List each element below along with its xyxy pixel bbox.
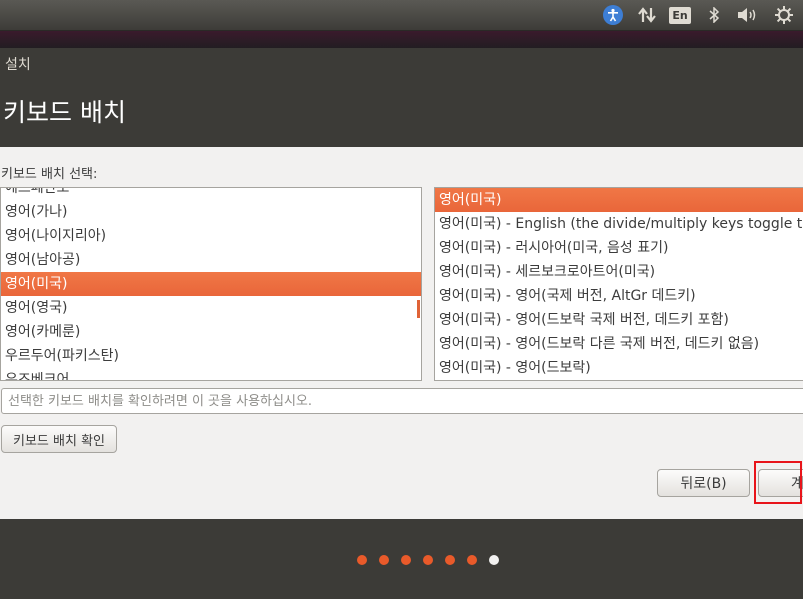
keyboard-layout-list[interactable]: 에스페란토 영어(가나) 영어(나이지리아) 영어(남아공) 영어(미국) 영어… (0, 187, 422, 381)
bluetooth-icon[interactable] (703, 4, 725, 26)
content-area: 키보드 배치 선택: 에스페란토 영어(가나) 영어(나이지리아) 영어(남아공… (0, 147, 803, 519)
keyboard-variant-list[interactable]: 영어(미국) 영어(미국) - English (the divide/mult… (434, 187, 803, 381)
variant-list-item[interactable]: 영어(미국) - 세르보크로아트어(미국) (435, 260, 803, 284)
progress-dot (423, 555, 433, 565)
top-panel: En (0, 0, 803, 31)
progress-dot (467, 555, 477, 565)
variant-list-item[interactable]: 영어(미국) - English (the divide/multiply ke… (435, 212, 803, 236)
keyboard-indicator[interactable]: En (669, 4, 691, 26)
layout-list-item[interactable]: 에스페란토 (1, 188, 421, 200)
progress-dot (401, 555, 411, 565)
progress-dot (379, 555, 389, 565)
installer-header: 설치 키보드 배치 (0, 48, 803, 147)
page-title: 키보드 배치 (3, 98, 126, 127)
back-button[interactable]: 뒤로(B) (657, 469, 750, 497)
layout-list-item[interactable]: 영어(카메룬) (1, 320, 421, 344)
layout-list-item[interactable]: 영어(가나) (1, 200, 421, 224)
gear-icon[interactable] (772, 4, 796, 26)
layout-list-item[interactable]: 영어(나이지리아) (1, 224, 421, 248)
progress-dot (357, 555, 367, 565)
accessibility-icon[interactable] (602, 4, 624, 26)
progress-dot (445, 555, 455, 565)
detect-layout-button[interactable]: 키보드 배치 확인 (1, 425, 117, 453)
layout-list-scrollbar[interactable] (417, 300, 420, 318)
variant-list-item-selected[interactable]: 영어(미국) (435, 188, 803, 212)
layout-list-item[interactable]: 우르두어(파키스탄) (1, 344, 421, 368)
layout-list-item[interactable]: 영어(남아공) (1, 248, 421, 272)
variant-list-item[interactable]: 영어(미국) - 영어(국제 버전, AltGr 데드키) (435, 284, 803, 308)
layout-list-item[interactable]: 우즈베크어 (1, 368, 421, 380)
layout-prompt-label: 키보드 배치 선택: (1, 167, 98, 182)
variant-list-item[interactable]: 영어(미국) - 영어(드보락) (435, 356, 803, 380)
network-icon[interactable] (636, 4, 658, 26)
variant-list-item[interactable]: 영어(미국) - 영어(드보락 다른 국제 버전, 데드키 없음) (435, 332, 803, 356)
variant-list-item[interactable]: 영어(미국) - 러시아어(미국, 음성 표기) (435, 236, 803, 260)
progress-dot-current (489, 555, 499, 565)
layout-list-item[interactable]: 영어(영국) (1, 296, 421, 320)
keyboard-indicator-label: En (669, 6, 691, 24)
variant-list-item[interactable]: 영어(미국) - 영어(드보락 국제 버전, 데드키 포함) (435, 308, 803, 332)
desktop-background-strip (0, 31, 803, 48)
keyboard-test-input[interactable] (1, 388, 803, 414)
installer-footer (0, 519, 803, 599)
sound-icon[interactable] (735, 4, 761, 26)
continue-button[interactable]: 계속 (758, 469, 803, 497)
progress-dots (357, 555, 499, 565)
window-title: 설치 (5, 57, 31, 73)
layout-list-item-selected[interactable]: 영어(미국) (1, 272, 421, 296)
